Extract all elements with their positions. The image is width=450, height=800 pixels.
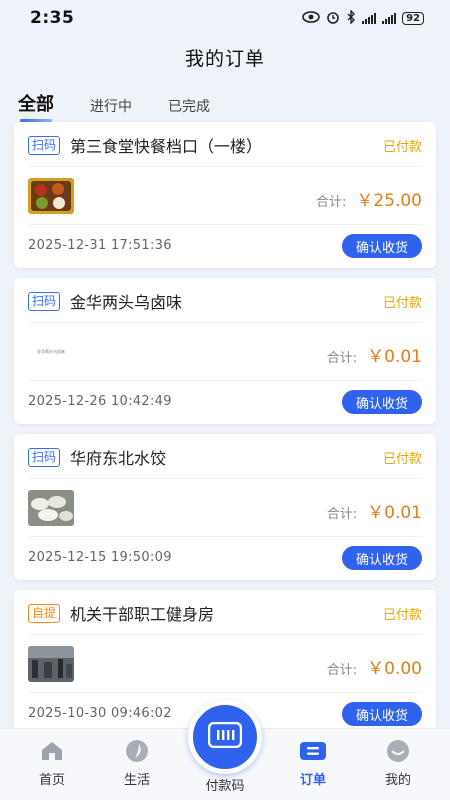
order-type-tag: 扫码 <box>28 447 61 467</box>
total-amount: ￥25.00 <box>356 191 422 211</box>
bluetooth-icon <box>346 8 356 27</box>
confirm-receipt-button[interactable]: 确认收货 <box>341 234 422 258</box>
divider <box>28 322 422 323</box>
order-time: 2025-12-15 19:50:09 <box>28 550 172 565</box>
signal-icon-2 <box>382 12 397 24</box>
tab-profile[interactable]: 我的 <box>368 739 428 788</box>
divider <box>28 166 422 167</box>
order-list: 扫码 第三食堂快餐档口（一楼） 已付款 合计: ￥25.00 2025-12-3… <box>14 122 436 746</box>
order-time: 2025-10-30 09:46:02 <box>28 706 172 721</box>
tab-life[interactable]: 生活 <box>107 739 167 788</box>
total-amount: ￥0.01 <box>367 347 422 367</box>
total-label: 合计: <box>315 195 347 210</box>
order-tabs: 全部 进行中 已完成 <box>18 90 210 122</box>
order-time: 2025-12-31 17:51:36 <box>28 238 172 253</box>
barcode-icon <box>207 721 243 752</box>
profile-icon <box>384 739 412 763</box>
home-icon <box>38 739 66 763</box>
tab-home[interactable]: 首页 <box>22 739 82 788</box>
tab-in-progress[interactable]: 进行中 <box>90 96 132 122</box>
confirm-receipt-button[interactable]: 确认收货 <box>341 546 422 570</box>
order-card[interactable]: 扫码 华府东北水饺 已付款 合计: ￥0.01 2025-12-15 19:50… <box>14 434 436 580</box>
order-type-tag: 自提 <box>28 603 61 623</box>
tab-label: 我的 <box>384 773 411 788</box>
battery-icon: 92 <box>402 11 424 25</box>
total-amount: ￥0.01 <box>367 503 422 523</box>
gym-thumbnail <box>28 646 74 682</box>
divider <box>28 380 422 381</box>
divider <box>28 692 422 693</box>
tab-completed[interactable]: 已完成 <box>168 96 210 122</box>
order-card[interactable]: 扫码 金华两头乌卤味 已付款 金华两头乌卤味 合计: ￥0.01 2025-12… <box>14 278 436 424</box>
order-card[interactable]: 扫码 第三食堂快餐档口（一楼） 已付款 合计: ￥25.00 2025-12-3… <box>14 122 436 268</box>
order-total: 合计: ￥0.01 <box>327 498 422 523</box>
signal-icon <box>362 12 377 24</box>
alarm-icon <box>326 10 340 27</box>
order-total: 合计: ￥0.00 <box>327 654 422 679</box>
order-time: 2025-12-26 10:42:49 <box>28 394 172 409</box>
tab-label: 首页 <box>38 773 65 788</box>
thumbnail-caption: 金华两头乌卤味 <box>37 349 65 354</box>
confirm-receipt-button[interactable]: 确认收货 <box>341 702 422 726</box>
tab-label: 生活 <box>123 773 150 788</box>
order-status: 已付款 <box>382 295 422 311</box>
total-label: 合计: <box>326 663 358 678</box>
shop-name: 金华两头乌卤味 <box>70 293 183 312</box>
order-type-tag: 扫码 <box>28 291 61 311</box>
shop-name: 华府东北水饺 <box>70 449 167 468</box>
tab-label: 订单 <box>299 773 326 788</box>
life-icon <box>123 739 151 763</box>
shop-name: 第三食堂快餐档口（一楼） <box>70 137 263 156</box>
divider <box>28 634 422 635</box>
dumpling-thumbnail <box>28 490 74 526</box>
tab-orders[interactable]: 订单 <box>283 739 343 788</box>
status-time: 2:35 <box>30 8 75 28</box>
tab-label: 付款码 <box>205 779 245 794</box>
divider <box>28 478 422 479</box>
order-status: 已付款 <box>382 139 422 155</box>
order-total: 合计: ￥0.01 <box>327 342 422 367</box>
eye-icon <box>302 10 320 26</box>
status-icons: 92 <box>302 8 424 27</box>
divider <box>28 224 422 225</box>
shop-thumbnail: 金华两头乌卤味 <box>28 334 74 370</box>
order-status: 已付款 <box>382 607 422 623</box>
total-amount: ￥0.00 <box>367 659 422 679</box>
order-icon <box>299 739 327 763</box>
total-label: 合计: <box>326 507 358 522</box>
total-label: 合计: <box>326 351 358 366</box>
divider <box>28 536 422 537</box>
pay-code-button[interactable] <box>188 700 262 774</box>
confirm-receipt-button[interactable]: 确认收货 <box>341 390 422 414</box>
tab-all[interactable]: 全部 <box>18 90 54 122</box>
shop-name: 机关干部职工健身房 <box>70 605 215 624</box>
order-status: 已付款 <box>382 451 422 467</box>
status-bar: 2:35 92 <box>0 0 450 36</box>
page-title: 我的订单 <box>184 48 265 70</box>
order-type-tag: 扫码 <box>28 135 61 155</box>
order-total: 合计: ￥25.00 <box>316 186 422 211</box>
food-thumbnail <box>28 178 74 214</box>
